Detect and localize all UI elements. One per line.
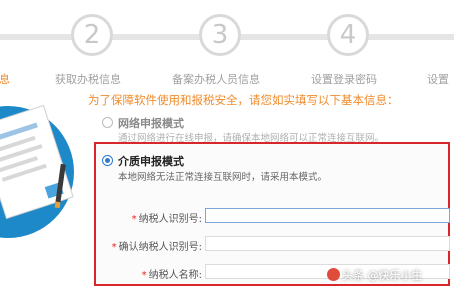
- media-mode-option[interactable]: 介质申报模式 本地网络无法正常连接互联网时，请采用本模式。 * 纳税人识别号: *…: [94, 142, 450, 286]
- taxpayer-id-label: * 纳税人识别号:: [131, 214, 202, 225]
- watermark: 头条 @快乐小生: [342, 269, 423, 282]
- taxpayer-name-label: * 纳税人名称:: [141, 270, 202, 281]
- confirm-taxpayer-id-label: * 确认纳税人识别号:: [111, 242, 202, 253]
- media-mode-radio[interactable]: [102, 155, 113, 166]
- media-mode-description: 本地网络无法正常连接互联网时，请采用本模式。: [118, 172, 328, 183]
- step-5-label: 设置: [427, 73, 449, 86]
- media-mode-title: 介质申报模式: [118, 155, 184, 168]
- network-mode-title: 网络申报模式: [118, 117, 184, 130]
- step-3-label: 备案办税人员信息: [172, 73, 260, 86]
- step-progress-bar: 2 3 4 息 获取办税信息 备案办税人员信息 设置登录密码 设置: [0, 0, 454, 96]
- step-1-label: 息: [0, 73, 10, 86]
- step-2-number: 2: [83, 20, 101, 50]
- taxpayer-id-input[interactable]: [205, 208, 450, 223]
- step-3-number: 3: [211, 20, 229, 50]
- step-2-label: 获取办税信息: [55, 73, 121, 86]
- step-3-circle: 3: [199, 14, 241, 56]
- confirm-taxpayer-id-input[interactable]: [205, 236, 450, 251]
- step-4-circle: 4: [327, 14, 369, 56]
- step-4-label: 设置登录密码: [311, 73, 377, 86]
- info-notice: 为了保障软件使用和报税安全，请您如实填写以下基本信息：: [88, 93, 399, 107]
- step-4-number: 4: [339, 20, 357, 50]
- network-mode-radio[interactable]: [102, 117, 113, 128]
- document-illustration-icon: [0, 104, 74, 238]
- watermark-logo-icon: [327, 268, 340, 281]
- network-mode-option[interactable]: 网络申报模式 通过网络进行在线申报，请确保本地网络可以正常连接互联网。: [94, 110, 450, 144]
- step-2-circle: 2: [71, 14, 113, 56]
